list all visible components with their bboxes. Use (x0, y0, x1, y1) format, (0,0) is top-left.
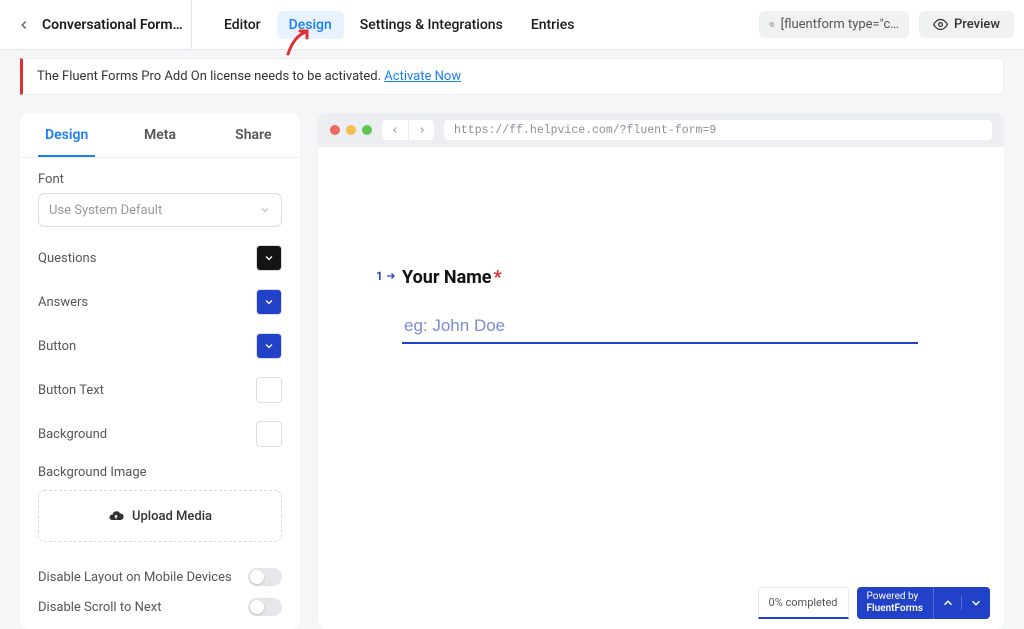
button-label: Button (38, 339, 76, 354)
answers-color[interactable] (256, 289, 282, 315)
eye-icon (933, 17, 948, 32)
background-color[interactable] (256, 421, 282, 447)
cloud-upload-icon (108, 508, 124, 524)
tab-design[interactable]: Design (277, 11, 344, 39)
background-label: Background (38, 427, 107, 442)
answer-input[interactable] (402, 310, 918, 344)
upload-label: Upload Media (132, 509, 212, 524)
preview-button[interactable]: Preview (919, 11, 1014, 38)
form-title: Conversational Form… (42, 0, 192, 49)
tab-settings[interactable]: Settings & Integrations (348, 11, 515, 39)
toggle-scroll[interactable] (248, 598, 282, 616)
window-close-dot (330, 125, 340, 135)
toggle-mobile[interactable] (248, 568, 282, 586)
question-indicator: 1 (376, 269, 397, 283)
license-alert: The Fluent Forms Pro Add On license need… (20, 58, 1004, 95)
toggle-mobile-label: Disable Layout on Mobile Devices (38, 570, 232, 585)
question-title: Your Name* (402, 267, 944, 288)
design-sidebar: Design Meta Share Font Use System Defaul… (20, 113, 300, 629)
question-stepper (933, 587, 990, 619)
activate-link[interactable]: Activate Now (384, 69, 461, 84)
preview-label: Preview (954, 17, 1000, 32)
upload-media-button[interactable]: Upload Media (38, 490, 282, 542)
browser-chrome: https://ff.helpvice.com/?fluent-form=9 (318, 113, 1004, 147)
font-select[interactable]: Use System Default (38, 193, 282, 227)
back-button[interactable] (10, 11, 38, 39)
nav-forward[interactable] (408, 120, 434, 140)
questions-color[interactable] (256, 245, 282, 271)
side-tab-design[interactable]: Design (20, 113, 113, 157)
button-text-label: Button Text (38, 383, 104, 398)
tab-entries[interactable]: Entries (519, 11, 587, 39)
font-label: Font (38, 172, 282, 187)
toggle-scroll-label: Disable Scroll to Next (38, 600, 161, 615)
top-nav: Editor Design Settings & Integrations En… (212, 11, 586, 39)
side-tab-share[interactable]: Share (207, 113, 300, 157)
form-preview: https://ff.helpvice.com/?fluent-form=9 1… (318, 113, 1004, 629)
font-value: Use System Default (49, 203, 162, 218)
shortcode-chip[interactable]: [fluentform type="c… (759, 11, 909, 38)
powered-by[interactable]: Powered by FluentForms (857, 587, 933, 619)
window-min-dot (346, 125, 356, 135)
arrow-right-icon (385, 270, 397, 282)
question-number: 1 (376, 269, 383, 283)
shortcode-text: [fluentform type="c… (781, 17, 899, 32)
required-mark: * (494, 267, 502, 288)
button-color[interactable] (256, 333, 282, 359)
progress-indicator: 0% completed (758, 587, 849, 619)
prev-question[interactable] (934, 596, 962, 610)
topbar: Conversational Form… Editor Design Setti… (0, 0, 1024, 50)
url-bar[interactable]: https://ff.helpvice.com/?fluent-form=9 (444, 120, 992, 140)
bg-image-label: Background Image (38, 465, 282, 480)
nav-back[interactable] (382, 120, 408, 140)
button-text-color[interactable] (256, 377, 282, 403)
answers-label: Answers (38, 295, 88, 310)
tab-editor[interactable]: Editor (212, 11, 273, 39)
questions-label: Questions (38, 251, 96, 266)
alert-text: The Fluent Forms Pro Add On license need… (37, 69, 384, 84)
chevron-down-icon (259, 204, 271, 216)
window-max-dot (362, 125, 372, 135)
copy-icon (769, 18, 775, 31)
side-tab-meta[interactable]: Meta (113, 113, 206, 157)
next-question[interactable] (962, 596, 990, 610)
